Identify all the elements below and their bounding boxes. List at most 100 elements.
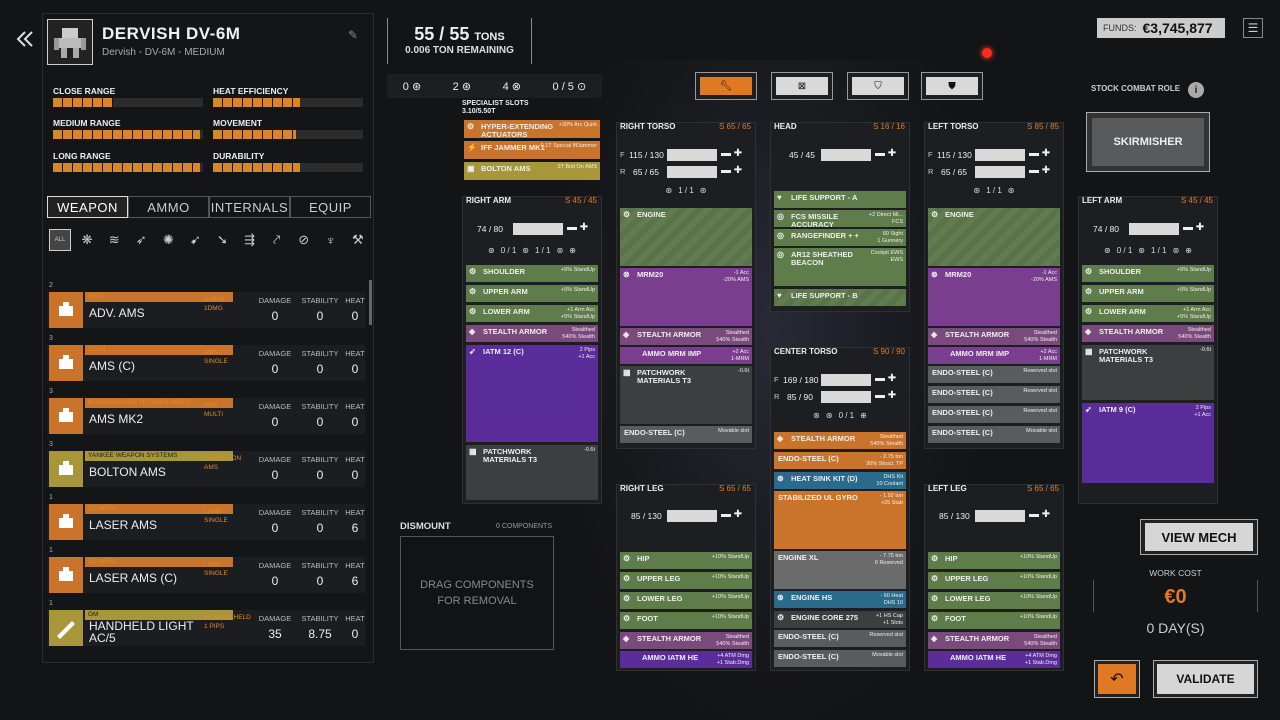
- edit-icon[interactable]: ✎: [348, 28, 362, 42]
- filter-ppc-icon[interactable]: ➘: [211, 229, 233, 251]
- filter-flamer-icon[interactable]: ✺: [157, 229, 179, 251]
- component-slot[interactable]: ⚙ UPPER LEG +10% StandUp: [928, 572, 1060, 589]
- tab-internals[interactable]: INTERNALS: [209, 196, 290, 218]
- component-slot[interactable]: ENDO-STEEL (C) Movable slot: [774, 650, 906, 667]
- component-slot[interactable]: AMMO MRM IMP +2 Acc 1-MRM: [620, 347, 752, 364]
- weapon-row[interactable]: 1 GM HANDHELD LIGHT AC/5 6T HAND HELD 1 …: [47, 600, 365, 646]
- component-slot[interactable]: ENDO-STEEL (C) - 2.75 ton 30% Struct. TP: [774, 452, 906, 469]
- component-slot[interactable]: ⚙ FOOT +10% StandUp: [620, 612, 752, 629]
- component-slot[interactable]: ⚙ LOWER ARM +1 Arm Acc +5% StandUp: [466, 305, 598, 322]
- component-slot[interactable]: ⚙ UPPER LEG +10% StandUp: [620, 572, 752, 589]
- component-slot[interactable]: AMMO MRM IMP +2 Acc 1-MRM: [928, 347, 1060, 364]
- component-slot[interactable]: ⚙ HIP +10% StandUp: [620, 552, 752, 569]
- component-slot[interactable]: ⚙ HIP +10% StandUp: [928, 552, 1060, 569]
- specialist-item[interactable]: ▣ BOLTON AMS 3T Bolt On AMS: [464, 162, 600, 180]
- component-slot[interactable]: ⚙ LOWER LEG +10% StandUp: [928, 592, 1060, 609]
- tab-ammo[interactable]: AMMO: [128, 196, 209, 218]
- filter-energy-icon[interactable]: ≋: [103, 229, 125, 251]
- weapon-row[interactable]: 3 YANKEE WEAPON SYSTEMS BOLTON AMS 3T BO…: [47, 441, 365, 487]
- component-slot[interactable]: ENDO-STEEL (C) Reserved slot: [774, 630, 906, 647]
- component-slot[interactable]: AMMO IATM HE +4 ATM Dmg +1 Stab.Dmg: [620, 651, 752, 668]
- component-slot[interactable]: ◎ AR12 SHEATHED BEACON Cockpit EWS EWS: [774, 248, 906, 286]
- dismount-dropzone[interactable]: DRAG COMPONENTS FOR REMOVAL: [400, 536, 554, 650]
- component-slot[interactable]: ⚙ FOOT +10% StandUp: [928, 612, 1060, 629]
- mode-shield-button[interactable]: ⛊: [921, 72, 983, 100]
- component-slot[interactable]: ➶ IATM 9 (C) 2 Pips +1 Acc: [1082, 403, 1214, 483]
- filter-handheld-icon[interactable]: ⚒: [347, 229, 369, 251]
- component-slot[interactable]: ⚙ LOWER ARM +1 Arm Acc +5% StandUp: [1082, 305, 1214, 322]
- leg-armor[interactable]: 85 / 130 ▬ ✚: [617, 509, 755, 523]
- component-slot[interactable]: ⚙ ENGINE CORE 275 +1 HS Cap +1 Slots: [774, 611, 906, 628]
- weapon-row[interactable]: 3 BLANKENBURG TECHNOLOGIES AMS MK2 AMS M…: [47, 388, 365, 434]
- component-slot[interactable]: ⚙ SHOULDER +5% StandUp: [466, 265, 598, 282]
- component-slot[interactable]: ▦ PATCHWORK MATERIALS T3 -0.6t: [466, 445, 598, 500]
- filter-laser-icon[interactable]: ➹: [184, 229, 206, 251]
- info-icon[interactable]: i: [1188, 82, 1204, 98]
- rear-armor[interactable]: R 85 / 90 ▬ ✚: [771, 390, 909, 404]
- component-slot[interactable]: ➶ IATM 12 (C) 2 Pips +1 Acc: [466, 345, 598, 442]
- component-slot[interactable]: ◈ STEALTH ARMOR Stealthed 540% Stealth: [1082, 325, 1214, 342]
- filter-mg-icon[interactable]: ⇶: [239, 229, 261, 251]
- front-armor[interactable]: F 169 / 180 ▬ ✚: [771, 373, 909, 387]
- tab-weapon[interactable]: WEAPON: [47, 196, 128, 218]
- component-slot[interactable]: ENDO-STEEL (C) Reserved slot: [928, 406, 1060, 423]
- component-slot[interactable]: ◈ STEALTH ARMOR Stealthed 540% Stealth: [620, 632, 752, 649]
- component-slot[interactable]: ◈ STEALTH ARMOR Stealthed 540% Stealth: [466, 325, 598, 342]
- weapon-row[interactable]: 1 DS AERO LASER AMS LAMS SINGLE DAMAGE 0 …: [47, 494, 365, 540]
- component-slot[interactable]: ♥ LIFE SUPPORT - B: [774, 289, 906, 306]
- filter-all-icon[interactable]: ALL: [49, 229, 71, 251]
- component-slot[interactable]: ◎ FCS MISSILE ACCURACY +2 Direct Mi... FCS: [774, 210, 906, 227]
- component-slot[interactable]: ▦ PATCHWORK MATERIALS T3 -0.6t: [620, 366, 752, 424]
- component-slot[interactable]: ♥ LIFE SUPPORT - A: [774, 191, 906, 208]
- leg-armor[interactable]: 85 / 130 ▬ ✚: [925, 509, 1063, 523]
- component-slot[interactable]: ENDO-STEEL (C) Movable slot: [928, 426, 1060, 443]
- back-button[interactable]: [14, 28, 36, 58]
- weapon-row[interactable]: 1 DS AERO LASER AMS (C) LAMS SINGLE DAMA…: [47, 547, 365, 593]
- menu-button[interactable]: ☰: [1243, 18, 1263, 38]
- component-slot[interactable]: ⊛ ENGINE HS - 60 Heat DHS 10: [774, 591, 906, 608]
- component-slot[interactable]: ▦ PATCHWORK MATERIALS T3 -0.6t: [1082, 345, 1214, 400]
- component-slot[interactable]: ⚙ ENGINE: [928, 208, 1060, 266]
- component-slot[interactable]: ◈ STEALTH ARMOR Stealthed 540% Stealth: [620, 328, 752, 345]
- rear-armor[interactable]: R 65 / 65 ▬ ✚: [925, 165, 1063, 179]
- component-slot[interactable]: STABILIZED UL GYRO - 1.92 ton +25 Stab: [774, 491, 906, 549]
- component-slot[interactable]: ENDO-STEEL (C) Reserved slot: [928, 366, 1060, 383]
- component-slot[interactable]: ENGINE XL - 7.75 ton 6 Reserved: [774, 551, 906, 589]
- component-slot[interactable]: ⚙ ENGINE: [620, 208, 752, 266]
- front-armor[interactable]: F 115 / 130 ▬ ✚: [617, 148, 755, 162]
- undo-button[interactable]: ↶: [1094, 660, 1140, 698]
- weapon-row[interactable]: 3 CLAN AMS (C) AMS SINGLE DAMAGE 0 STABIL…: [47, 335, 365, 381]
- mode-strip-button[interactable]: ⊠: [771, 72, 833, 100]
- component-slot[interactable]: ⚙ LOWER LEG +10% StandUp: [620, 592, 752, 609]
- specialist-item[interactable]: ⚙ HYPER-EXTENDING ACTUATORS +30% Arc Quirk: [464, 120, 600, 138]
- arm-armor[interactable]: 74 / 80 ▬ ✚: [463, 222, 601, 236]
- component-slot[interactable]: ENDO-STEEL (C) Movable slot: [620, 426, 752, 443]
- filter-ballistic-icon[interactable]: ➶: [130, 229, 152, 251]
- list-scrollbar[interactable]: [369, 280, 372, 325]
- mode-shield-x-button[interactable]: ⛉: [847, 72, 909, 100]
- mode-wrench-button[interactable]: 🔧︎: [695, 72, 757, 100]
- component-slot[interactable]: ◎ RANGEFINDER + +60 Sight 1 Gunnery: [774, 229, 906, 246]
- tab-equip[interactable]: EQUIP: [290, 196, 371, 218]
- component-slot[interactable]: ⊗ MRM20 -1 Acc -20% AMS: [928, 268, 1060, 326]
- specialist-item[interactable]: ⚡ IFF JAMMER MK1 0.1T Special IffJammer: [464, 141, 600, 159]
- arm-armor[interactable]: 74 / 80 ▬ ✚: [1079, 222, 1217, 236]
- component-slot[interactable]: ⚙ SHOULDER +5% StandUp: [1082, 265, 1214, 282]
- filter-melee-icon[interactable]: ♆: [320, 229, 342, 251]
- head-armor[interactable]: 45 / 45 ▬ ✚: [771, 148, 909, 162]
- view-mech-button[interactable]: VIEW MECH: [1140, 519, 1258, 555]
- component-slot[interactable]: ◈ STEALTH ARMOR Stealthed 540% Stealth: [928, 632, 1060, 649]
- filter-missile-icon[interactable]: ❋: [76, 229, 98, 251]
- filter-ams-icon[interactable]: ⊘: [293, 229, 315, 251]
- filter-support-icon[interactable]: ⤤: [266, 229, 288, 251]
- component-slot[interactable]: ENDO-STEEL (C) Reserved slot: [928, 386, 1060, 403]
- front-armor[interactable]: F 115 / 130 ▬ ✚: [925, 148, 1063, 162]
- component-slot[interactable]: AMMO IATM HE +4 ATM Dmg +1 Stab.Dmg: [928, 651, 1060, 668]
- component-slot[interactable]: ◈ STEALTH ARMOR Stealthed 540% Stealth: [774, 432, 906, 449]
- rear-armor[interactable]: R 65 / 65 ▬ ✚: [617, 165, 755, 179]
- component-slot[interactable]: ⚙ UPPER ARM +5% StandUp: [1082, 285, 1214, 302]
- component-slot[interactable]: ⊛ HEAT SINK KIT (D) DHS Kit 10 Coolant: [774, 472, 906, 489]
- component-slot[interactable]: ⊗ MRM20 -1 Acc -20% AMS: [620, 268, 752, 326]
- weapon-row[interactable]: 2 RISC ADV. AMS A-AMS 1DMG DAMAGE 0 STABI…: [47, 282, 365, 328]
- component-slot[interactable]: ◈ STEALTH ARMOR Stealthed 540% Stealth: [928, 328, 1060, 345]
